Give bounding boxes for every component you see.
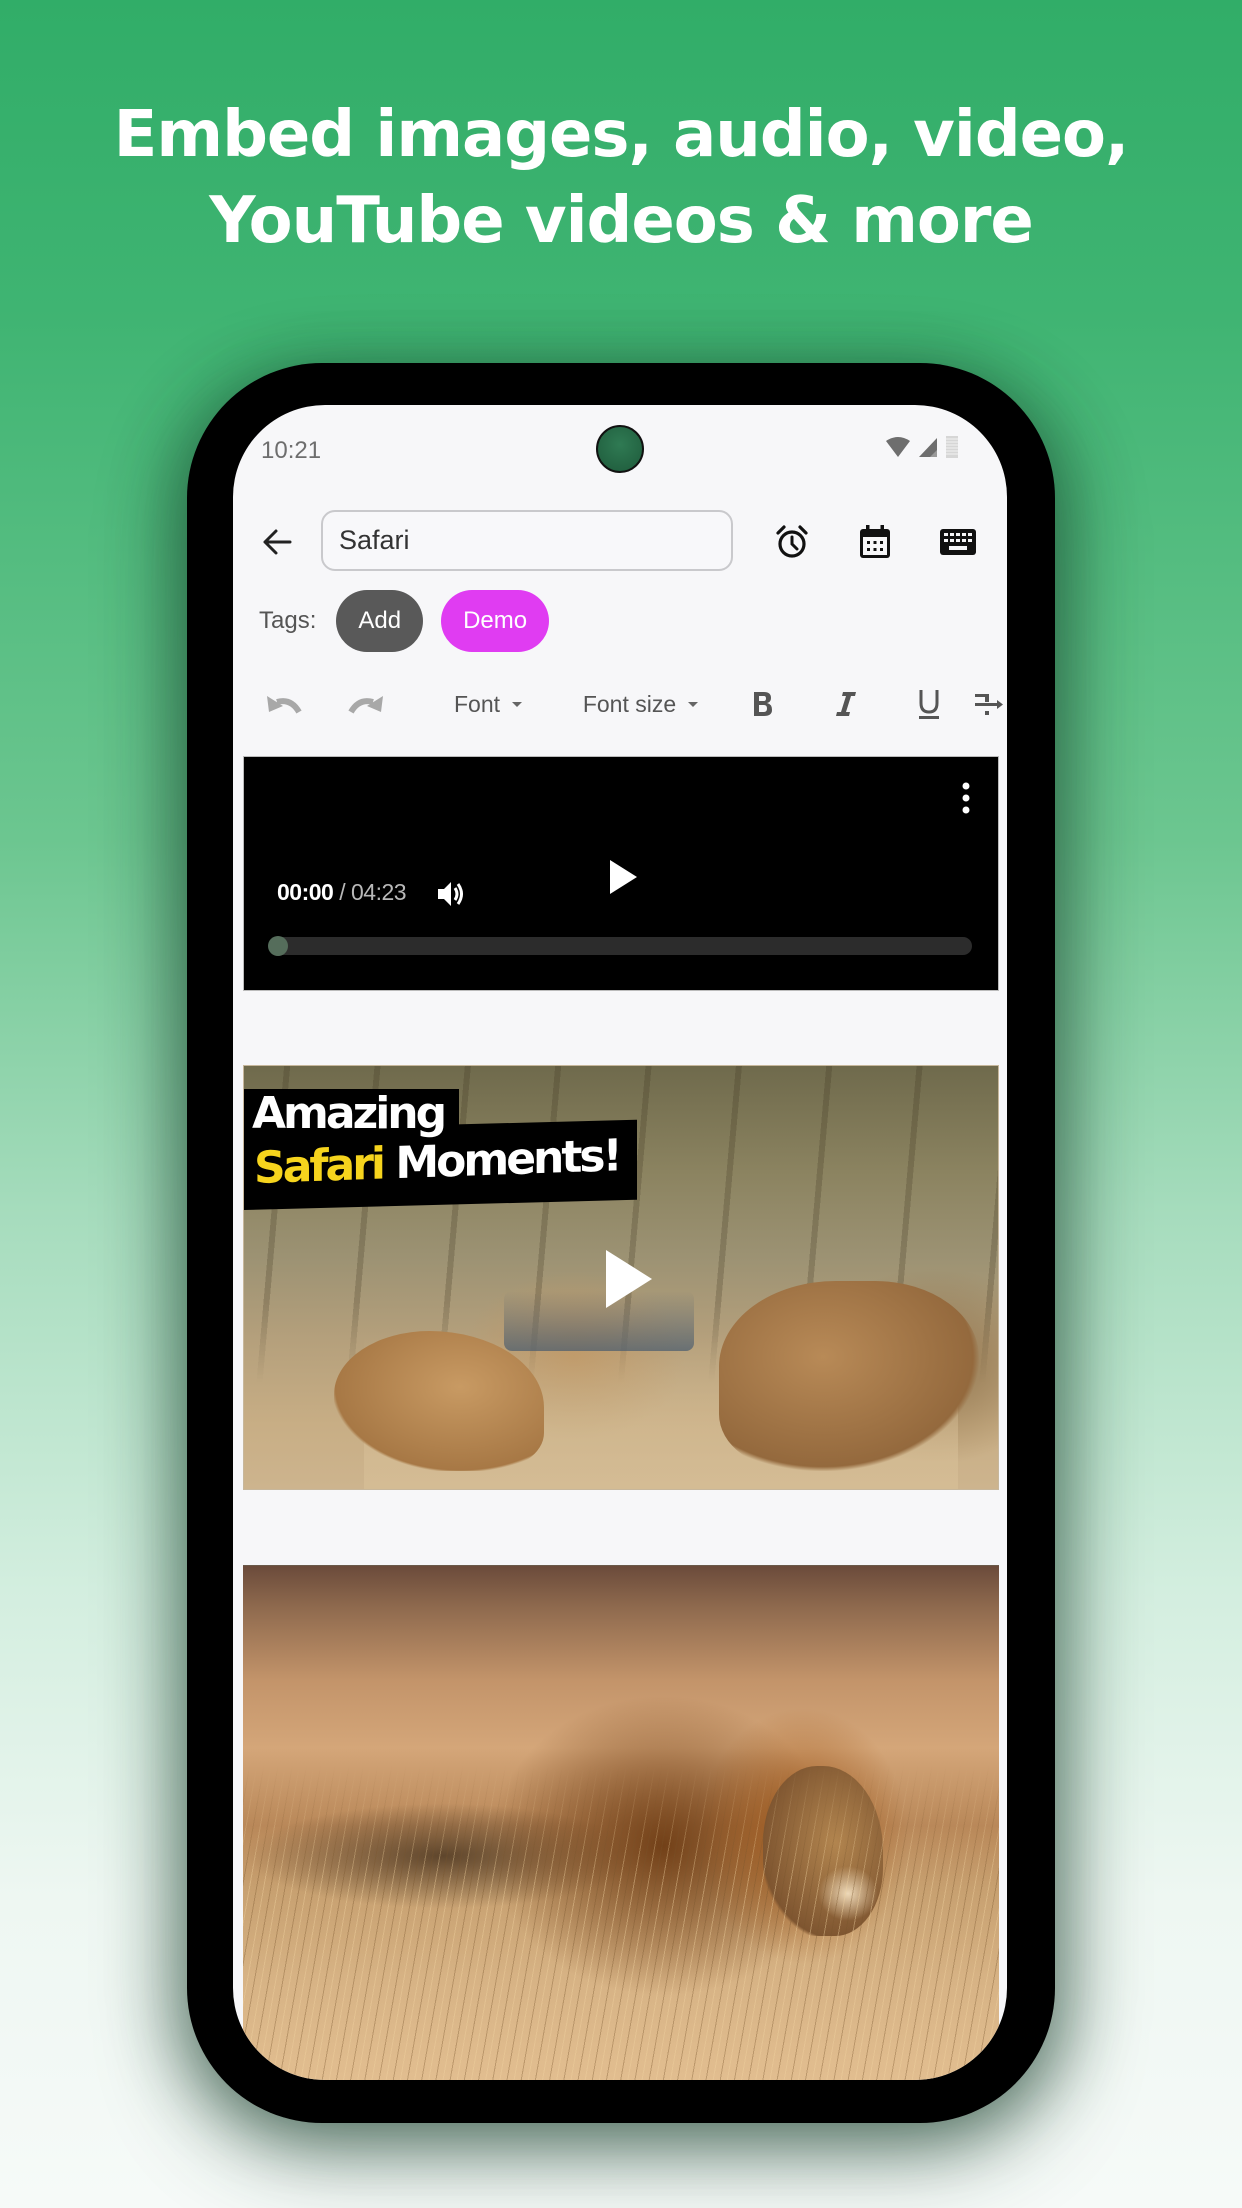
keyboard-button[interactable] [934, 518, 982, 566]
promo-headline: Embed images, audio, video, YouTube vide… [0, 92, 1242, 264]
more-vert-icon[interactable] [958, 781, 974, 815]
font-size-dropdown[interactable]: Font size [558, 675, 723, 733]
headline-line-1: Embed images, audio, video, [113, 98, 1130, 172]
text-direction-icon [975, 694, 1003, 715]
keyboard-icon [940, 529, 976, 555]
arrow-left-icon [263, 529, 292, 555]
wifi-icon [886, 437, 910, 457]
embedded-lion-image[interactable] [243, 1565, 999, 2080]
volume-icon[interactable] [436, 879, 466, 909]
duration: 04:23 [351, 879, 407, 905]
redo-icon [348, 696, 383, 714]
seek-bar[interactable] [268, 936, 972, 956]
status-icons [885, 435, 959, 459]
undo-button[interactable] [253, 675, 315, 733]
italic-button[interactable] [816, 675, 876, 733]
redo-button[interactable] [335, 675, 397, 733]
battery-icon [946, 436, 958, 458]
youtube-embed[interactable]: Amazing Safari Moments! [243, 1065, 999, 1490]
underline-icon [919, 690, 939, 719]
thumbnail-title-highlight: Safari [254, 1138, 383, 1194]
phone-screen: 10:21 Tags: Add Demo [233, 405, 1007, 2080]
bold-button[interactable] [733, 675, 793, 733]
app-bar [233, 510, 1007, 574]
text-direction-button[interactable] [973, 675, 1007, 733]
caret-down-icon [688, 701, 699, 707]
front-camera [596, 425, 644, 473]
time-separator: / [339, 879, 346, 905]
add-tag-chip[interactable]: Add [336, 590, 424, 652]
playback-time: 00:00 / 04:23 [277, 879, 407, 906]
thumbnail-title-rest: Moments! [395, 1130, 620, 1190]
thumbnail-title-line-1: Amazing [252, 1088, 447, 1139]
caret-down-icon [512, 701, 523, 707]
play-icon[interactable] [608, 859, 638, 895]
audio-video-player[interactable]: 00:00 / 04:23 [243, 756, 999, 991]
reminder-button[interactable] [768, 518, 816, 566]
tag-chip-demo[interactable]: Demo [441, 590, 550, 652]
headline-line-2: YouTube videos & more [209, 184, 1034, 258]
thumbnail-lion [719, 1281, 979, 1471]
calendar-icon [860, 525, 890, 558]
date-button[interactable] [851, 518, 899, 566]
cellular-signal-icon [919, 438, 937, 457]
undo-icon [267, 696, 302, 714]
alarm-clock-icon [776, 525, 808, 558]
underline-button[interactable] [899, 675, 959, 733]
seek-bar-thumb[interactable] [268, 936, 288, 956]
italic-icon [836, 692, 856, 716]
font-size-dropdown-label: Font size [582, 690, 677, 717]
font-dropdown-label: Font [453, 690, 501, 717]
current-time: 00:00 [277, 879, 334, 905]
formatting-toolbar: Font Font size [233, 675, 1007, 733]
phone-frame: 10:21 Tags: Add Demo [187, 363, 1055, 2123]
tall-grass [243, 1766, 999, 2080]
note-title-input[interactable] [321, 510, 733, 571]
thumbnail-safari-jeeps [504, 1291, 694, 1351]
tags-row: Tags: Add Demo [259, 590, 567, 652]
tags-label: Tags: [259, 607, 317, 634]
play-icon[interactable] [604, 1248, 654, 1310]
font-dropdown[interactable]: Font [423, 675, 553, 733]
back-button[interactable] [253, 518, 301, 566]
bold-icon [754, 692, 772, 716]
status-time: 10:21 [261, 437, 322, 464]
